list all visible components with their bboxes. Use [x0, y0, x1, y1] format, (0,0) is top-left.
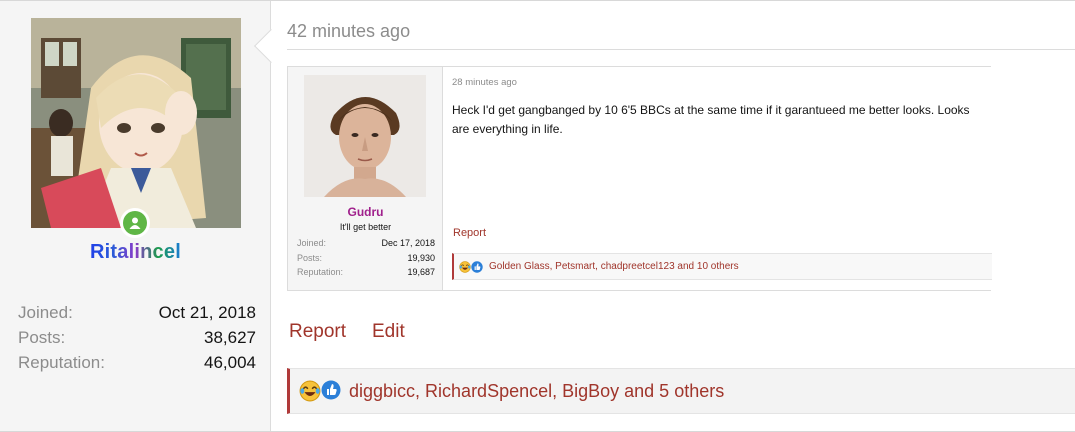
- reactions-bar[interactable]: diggbicc, RichardSpencel, BigBoy and 5 o…: [287, 368, 1075, 414]
- author-stats: Joined: Oct 21, 2018 Posts: 38,627 Reput…: [18, 303, 256, 378]
- laughing-crying-reaction-icon: [299, 380, 321, 402]
- thumbs-up-reaction-icon: [471, 260, 483, 273]
- embedded-quoted-post: Gudru It'll get better Joined: Dec 17, 2…: [287, 66, 992, 291]
- quoted-reactions-bar[interactable]: Golden Glass, Petsmart, chadpreetcel123 …: [452, 253, 992, 280]
- online-user-icon: [123, 211, 147, 235]
- online-status-badge: [120, 208, 150, 238]
- post-author-panel: Ritalincel Joined: Oct 21, 2018 Posts: 3…: [0, 1, 271, 431]
- quoted-author-username[interactable]: Gudru: [288, 205, 443, 219]
- quoted-author-panel: Gudru It'll get better Joined: Dec 17, 2…: [288, 67, 443, 290]
- stat-label: Posts:: [18, 328, 66, 347]
- stat-joined: Joined: Dec 17, 2018: [297, 238, 435, 253]
- stat-label: Joined:: [18, 303, 73, 322]
- thumbs-up-reaction-icon: [321, 380, 341, 400]
- stat-posts: Posts: 38,627: [18, 328, 256, 353]
- divider: [287, 49, 1075, 50]
- quoted-author-stats: Joined: Dec 17, 2018 Posts: 19,930 Reput…: [297, 238, 435, 282]
- stat-value: 38,627: [204, 328, 256, 347]
- stat-value: 19,687: [407, 267, 435, 277]
- stat-posts: Posts: 19,930: [297, 253, 435, 268]
- quoted-report-link[interactable]: Report: [453, 227, 486, 239]
- stat-value: 19,930: [407, 252, 435, 263]
- quoted-author-avatar[interactable]: [304, 75, 426, 197]
- author-username[interactable]: Ritalincel: [0, 241, 271, 264]
- forum-post: Ritalincel Joined: Oct 21, 2018 Posts: 3…: [0, 0, 1075, 432]
- stat-value: Dec 17, 2018: [381, 238, 435, 248]
- stat-label: Joined:: [297, 238, 327, 248]
- stat-value: 46,004: [204, 353, 256, 372]
- stat-reputation: Reputation: 46,004: [18, 353, 256, 378]
- reactions-text[interactable]: diggbicc, RichardSpencel, BigBoy and 5 o…: [349, 381, 724, 402]
- laughing-crying-reaction-icon: [459, 260, 471, 273]
- edit-link[interactable]: Edit: [372, 321, 405, 343]
- report-link[interactable]: Report: [289, 321, 346, 343]
- author-avatar[interactable]: [31, 18, 241, 228]
- stat-label: Reputation:: [18, 353, 105, 372]
- stat-label: Posts:: [297, 252, 323, 263]
- anime-girl-avatar-icon: [31, 18, 241, 228]
- quoted-post-timestamp[interactable]: 28 minutes ago: [452, 77, 517, 88]
- reaction-icons: [299, 380, 341, 402]
- stat-value: Oct 21, 2018: [158, 303, 256, 322]
- post-timestamp[interactable]: 42 minutes ago: [287, 21, 410, 42]
- reaction-icons: [459, 260, 483, 273]
- stat-label: Reputation:: [297, 267, 344, 277]
- quoted-author-title: It'll get better: [339, 222, 392, 232]
- quoted-reactions-text[interactable]: Golden Glass, Petsmart, chadpreetcel123 …: [489, 261, 739, 272]
- quoted-post-body: Heck I'd get gangbanged by 10 6'5 BBCs a…: [452, 103, 970, 136]
- stat-reputation: Reputation: 19,687: [297, 267, 435, 282]
- stat-joined: Joined: Oct 21, 2018: [18, 303, 256, 328]
- man-portrait-avatar-icon: [304, 75, 426, 197]
